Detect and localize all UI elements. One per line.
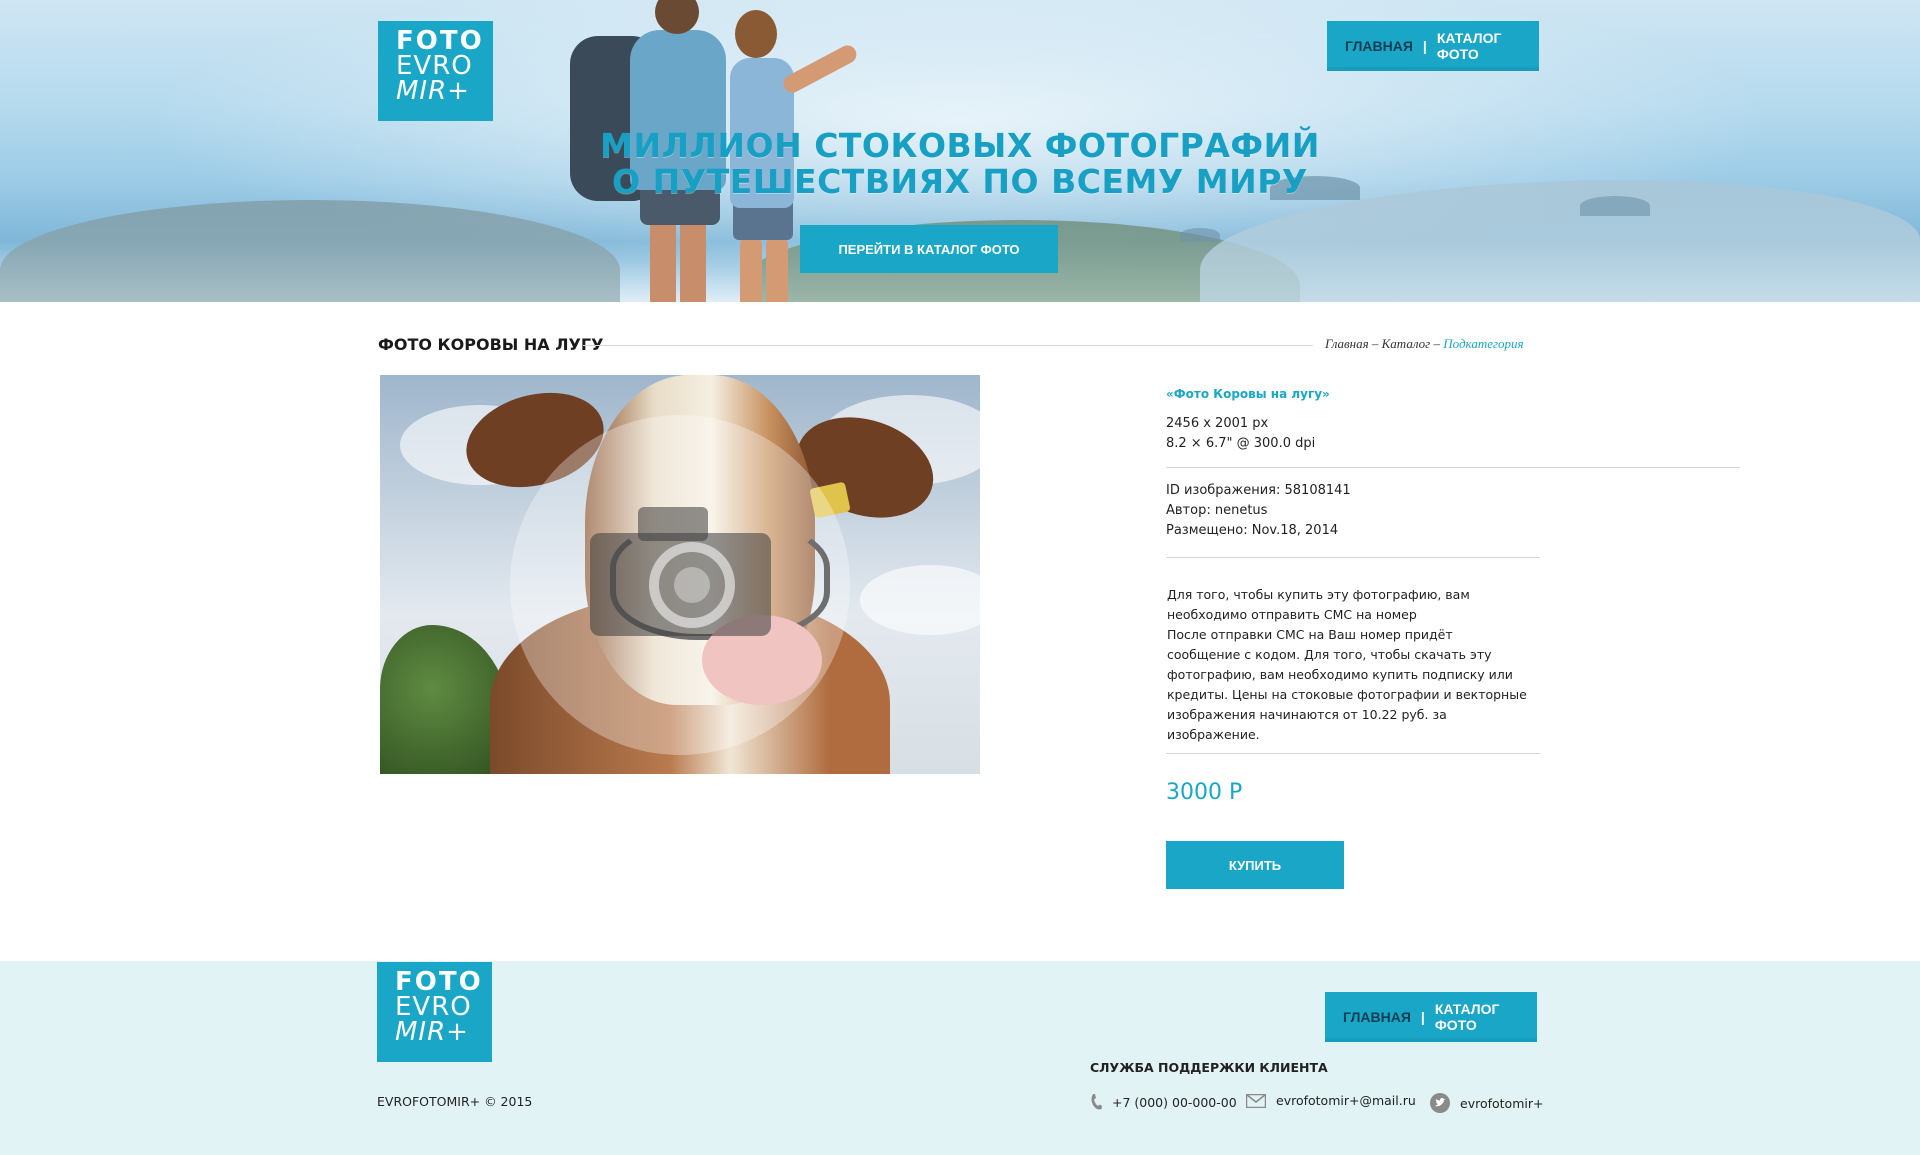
- traveller-woman-leg: [740, 235, 762, 302]
- description-paragraph: Для того, чтобы купить эту фотографию, в…: [1167, 587, 1470, 622]
- photo-id: ID изображения: 58108141: [1166, 483, 1351, 498]
- info-divider: [1166, 467, 1740, 468]
- photo-title: «Фото Коровы на лугу»: [1166, 387, 1330, 401]
- photo-cloud: [860, 565, 980, 635]
- nav-separator: |: [1422, 38, 1427, 54]
- info-divider: [1166, 557, 1540, 558]
- hero-title-line-2: О ПУТЕШЕСТВИЯХ ПО ВСЕМУ МИРУ: [612, 162, 1308, 201]
- email-address: evrofotomir+@mail.ru: [1276, 1093, 1416, 1108]
- logo-line-3: MIR+: [396, 76, 470, 106]
- phone-icon: [1090, 1093, 1102, 1111]
- photo-dimensions-px: 2456 x 2001 px: [1166, 416, 1269, 431]
- buy-button[interactable]: КУПИТЬ: [1166, 841, 1344, 889]
- header-logo[interactable]: FOTO EVRO MIR+: [378, 21, 493, 121]
- copyright: EVROFOTOMIR+ © 2015: [377, 1094, 533, 1109]
- mail-icon: [1246, 1093, 1266, 1108]
- footer-nav-home-link[interactable]: ГЛАВНАЯ: [1343, 1009, 1411, 1025]
- photo-dimensions-print: 8.2 × 6.7" @ 300.0 dpi: [1166, 436, 1316, 451]
- contact-phone[interactable]: +7 (000) 00-000-00: [1090, 1093, 1237, 1111]
- nav-home-link[interactable]: ГЛАВНАЯ: [1345, 38, 1413, 54]
- footer-nav: ГЛАВНАЯ | КАТАЛОГ ФОТО: [1325, 992, 1537, 1042]
- hero-island: [1180, 228, 1220, 242]
- traveller-woman-leg: [766, 235, 788, 302]
- heading-divider: [583, 345, 1313, 346]
- photo-posted-date: Размещено: Nov.18, 2014: [1166, 523, 1339, 538]
- nav-catalog-link[interactable]: КАТАЛОГ ФОТО: [1437, 30, 1521, 62]
- phone-number: +7 (000) 00-000-00: [1112, 1094, 1237, 1110]
- hero-title-line-1: МИЛЛИОН СТОКОВЫХ ФОТОГРАФИЙ: [600, 126, 1320, 165]
- breadcrumb-catalog[interactable]: Каталог: [1382, 336, 1431, 351]
- description-paragraph: После отправки СМС на Ваш номер придёт с…: [1167, 627, 1527, 742]
- footer: [0, 961, 1920, 1155]
- breadcrumb: Главная – Каталог – Подкатегория: [1325, 336, 1524, 352]
- twitter-icon: [1430, 1093, 1450, 1113]
- breadcrumb-separator: –: [1430, 336, 1444, 351]
- camera-icon: [590, 507, 771, 636]
- logo-line-3: MIR+: [395, 1017, 469, 1047]
- nav-separator: |: [1420, 1009, 1425, 1025]
- breadcrumb-separator: –: [1368, 336, 1382, 351]
- contact-twitter[interactable]: evrofotomir+: [1430, 1093, 1543, 1113]
- hero-island: [1580, 196, 1650, 216]
- footer-nav-catalog-link[interactable]: КАТАЛОГ ФОТО: [1435, 1001, 1519, 1033]
- contact-email[interactable]: evrofotomir+@mail.ru: [1246, 1093, 1416, 1108]
- product-photo[interactable]: [380, 375, 980, 774]
- photo-author: Автор: nenetus: [1166, 503, 1268, 518]
- twitter-handle: evrofotomir+: [1460, 1095, 1544, 1111]
- page-title: ФОТО КОРОВЫ НА ЛУГУ: [378, 335, 604, 354]
- breadcrumb-current[interactable]: Подкатегория: [1443, 336, 1523, 351]
- price: 3000 Р: [1166, 780, 1243, 805]
- go-to-catalog-button[interactable]: ПЕРЕЙТИ В КАТАЛОГ ФОТО: [800, 225, 1058, 273]
- header-nav: ГЛАВНАЯ | КАТАЛОГ ФОТО: [1327, 21, 1539, 71]
- footer-logo[interactable]: FOTO EVRO MIR+: [377, 962, 492, 1062]
- hero-title: МИЛЛИОН СТОКОВЫХ ФОТОГРАФИЙ О ПУТЕШЕСТВИ…: [560, 128, 1360, 200]
- purchase-description: Для того, чтобы купить эту фотографию, в…: [1167, 585, 1527, 745]
- info-divider: [1166, 753, 1540, 754]
- support-title: СЛУЖБА ПОДДЕРЖКИ КЛИЕНТА: [1090, 1060, 1328, 1075]
- traveller-woman-head: [735, 10, 777, 58]
- breadcrumb-home[interactable]: Главная: [1325, 336, 1369, 351]
